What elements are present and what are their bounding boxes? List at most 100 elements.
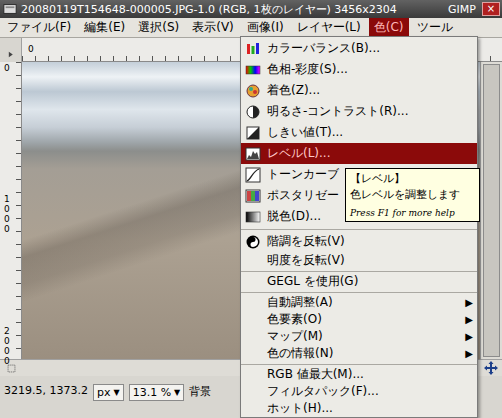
color-menu: カラーバランス(B)... 色相-彩度(S)... 着色(Z)... 明るさ-コントラ… xyxy=(240,36,478,418)
menu-bar-item[interactable]: 画像(I) xyxy=(242,18,289,37)
menu-item[interactable]: カラーバランス(B)... xyxy=(241,38,477,59)
menu-icon-cell xyxy=(241,41,265,57)
tooltip: 【レベル】色レベルを調整しますPress F1 for more help xyxy=(345,168,480,222)
menu-bar-item[interactable]: 色(C) xyxy=(369,18,409,37)
menu-item[interactable]: レベル(L)... xyxy=(241,143,477,164)
vertical-ruler: 010002000 xyxy=(0,62,22,359)
menu-bar-item[interactable]: 表示(V) xyxy=(187,18,239,37)
menu-separator xyxy=(241,362,477,366)
scroll-thumb[interactable] xyxy=(483,64,500,357)
color-balance-icon xyxy=(245,41,261,57)
levels-icon xyxy=(245,146,261,162)
brightness-contrast-icon xyxy=(245,104,261,120)
menu-item-label: レベル(L)... xyxy=(265,145,461,162)
menu-item-label: 色要素(O) xyxy=(265,311,461,328)
menu-item-label: 自動調整(A) xyxy=(265,294,461,311)
menu-item-label: 階調を反転(V) xyxy=(265,233,461,250)
menu-item[interactable]: 色要素(O)▶ xyxy=(241,311,477,328)
menu-item[interactable]: 自動調整(A)▶ xyxy=(241,294,477,311)
ruler-label: 1000 xyxy=(4,195,13,235)
menu-item-label: 着色(Z)... xyxy=(265,82,461,99)
menu-item[interactable]: 色相-彩度(S)... xyxy=(241,59,477,80)
separator-line xyxy=(241,271,477,272)
menu-bar-item[interactable]: レイヤー(L) xyxy=(292,18,366,37)
unit-value: px xyxy=(97,386,111,399)
menu-separator xyxy=(241,290,477,294)
menu-item[interactable]: 明るさ-コントラスト(R)... xyxy=(241,101,477,122)
menu-separator xyxy=(241,227,477,231)
ruler-label: 0 xyxy=(4,64,13,74)
menu-item[interactable]: 着色(Z)... xyxy=(241,80,477,101)
ruler-corner[interactable] xyxy=(0,38,22,62)
mask-toggle[interactable] xyxy=(0,360,22,376)
menu-icon-cell xyxy=(241,146,265,162)
menu-icon-cell xyxy=(241,209,265,225)
menu-item-label: RGB 値最大(M)... xyxy=(265,366,461,383)
curves-icon xyxy=(245,167,261,183)
dropdown-arrow: ▼ xyxy=(174,388,180,397)
submenu-arrow: ▶ xyxy=(461,297,477,308)
ruler-label: 0 xyxy=(28,44,34,54)
hue-saturation-icon xyxy=(245,62,261,78)
tooltip-hint: Press F1 for more help xyxy=(350,208,475,218)
separator-line xyxy=(241,229,477,230)
menu-item-label: しきい値(T)... xyxy=(265,124,461,141)
posterize-icon xyxy=(245,188,261,204)
menu-item-label: 明るさ-コントラスト(R)... xyxy=(265,103,461,120)
zoom-dropdown[interactable]: 13.1 %▼ xyxy=(129,384,185,401)
menu-item-label: マップ(M) xyxy=(265,328,461,345)
ruler-label: 2000 xyxy=(4,327,13,367)
menu-bar-item[interactable]: 編集(E) xyxy=(79,18,130,37)
colorize-icon xyxy=(245,83,261,99)
menu-item-label: 色相-彩度(S)... xyxy=(265,61,461,78)
menu-icon-cell xyxy=(241,104,265,120)
quick-mask-arrow-icon xyxy=(6,50,15,59)
menu-bar-item[interactable]: ツール xyxy=(412,18,458,37)
close-button[interactable]: × xyxy=(482,2,500,16)
menu-item[interactable]: 明度を反転(V) xyxy=(241,252,477,269)
menu-item[interactable]: GEGL を使用(G) xyxy=(241,273,477,290)
menu-icon-cell xyxy=(241,83,265,99)
menu-item[interactable]: フィルタパック(F)... xyxy=(241,383,477,400)
unit-dropdown[interactable]: px▼ xyxy=(93,384,124,401)
menu-item[interactable]: マップ(M)▶ xyxy=(241,328,477,345)
menu-item[interactable]: しきい値(T)... xyxy=(241,122,477,143)
pointer-coords: 3219.5, 1373.2 xyxy=(4,384,88,397)
menu-icon-cell xyxy=(241,234,265,250)
menu-item[interactable]: 階調を反転(V) xyxy=(241,231,477,252)
window-title: 20080119T154648-000005.JPG-1.0 (RGB, 1枚の… xyxy=(21,2,444,17)
layer-name: 背景 xyxy=(189,384,211,399)
navigate-arrows-icon xyxy=(483,360,499,376)
separator-line xyxy=(241,292,477,293)
menu-bar: ファイル(F)編集(E)選択(S)表示(V)画像(I)レイヤー(L)色(C)ツー… xyxy=(0,18,502,38)
separator-line xyxy=(241,364,477,365)
vertical-scrollbar[interactable] xyxy=(480,62,502,359)
menu-item[interactable]: ホット(H)... xyxy=(241,400,477,417)
menu-item[interactable]: 色の情報(N)▶ xyxy=(241,345,477,362)
menu-item-label: 色の情報(N) xyxy=(265,345,461,362)
submenu-arrow: ▶ xyxy=(461,314,477,325)
menu-item-label: GEGL を使用(G) xyxy=(265,273,461,290)
menu-separator xyxy=(241,269,477,273)
menu-bar-item[interactable]: ファイル(F) xyxy=(2,18,76,37)
menu-icon-cell xyxy=(241,167,265,183)
menu-icon-cell xyxy=(241,62,265,78)
desaturate-icon xyxy=(245,209,261,225)
title-bar: 20080119T154648-000005.JPG-1.0 (RGB, 1枚の… xyxy=(0,0,502,18)
invert-icon xyxy=(245,234,261,250)
submenu-arrow: ▶ xyxy=(461,331,477,342)
navigate-button[interactable] xyxy=(480,360,502,376)
menu-bar-item[interactable]: 選択(S) xyxy=(133,18,184,37)
app-name: GIMP xyxy=(448,3,478,16)
menu-icon-cell xyxy=(241,125,265,141)
menu-item-label: ホット(H)... xyxy=(265,400,461,417)
tooltip-title: 【レベル】 xyxy=(350,171,475,186)
menu-item[interactable]: RGB 値最大(M)... xyxy=(241,366,477,383)
submenu-arrow: ▶ xyxy=(461,348,477,359)
menu-icon-cell xyxy=(241,188,265,204)
menu-item-label: カラーバランス(B)... xyxy=(265,40,461,57)
menu-item-label: 明度を反転(V) xyxy=(265,252,461,269)
menu-item-label: フィルタパック(F)... xyxy=(265,383,461,400)
dropdown-arrow: ▼ xyxy=(113,388,119,397)
gimp-window-icon xyxy=(3,2,17,16)
